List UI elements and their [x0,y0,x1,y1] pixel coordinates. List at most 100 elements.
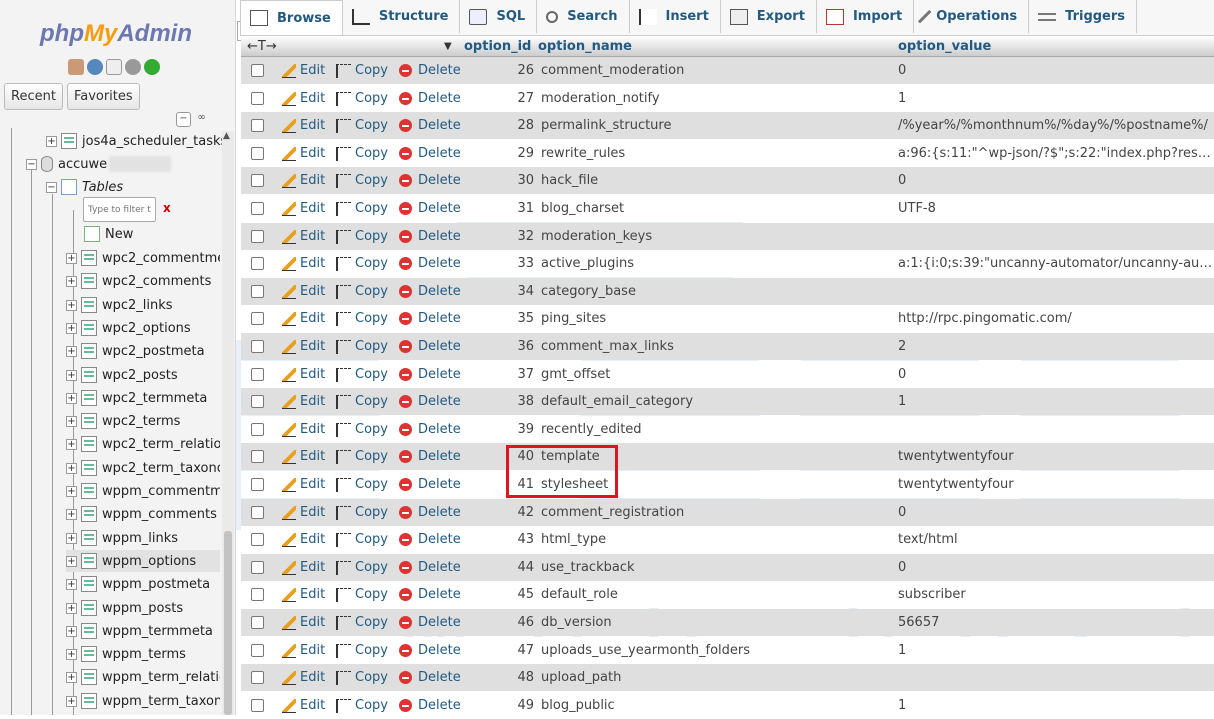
option-name-cell[interactable]: use_trackback [541,560,635,575]
collapse-all-icon[interactable]: − [176,112,191,127]
row-checkbox[interactable] [251,312,264,325]
edit-button[interactable]: Edit [282,560,325,575]
option-id-cell[interactable]: 45 [506,587,534,602]
edit-button[interactable]: Edit [282,173,325,188]
option-name-cell[interactable]: recently_edited [541,422,642,437]
copy-button[interactable]: Copy [336,449,388,464]
help-icon[interactable] [87,59,103,75]
option-name-cell[interactable]: moderation_notify [541,91,660,106]
copy-button[interactable]: Copy [336,477,388,492]
option-name-cell[interactable]: blog_public [541,698,615,713]
expand-icon[interactable]: + [66,695,77,707]
copy-button[interactable]: Copy [336,284,388,299]
copy-button[interactable]: Copy [336,311,388,326]
row-checkbox[interactable] [251,478,264,491]
row-checkbox[interactable] [251,644,264,657]
copy-button[interactable]: Copy [336,118,388,133]
sort-dropdown-icon[interactable]: ▼ [444,41,452,52]
tree-table-item[interactable]: + wppm_posts [66,597,220,619]
expand-icon[interactable]: + [66,578,77,590]
tree-new-table[interactable]: New [84,223,133,245]
tree-table-item[interactable]: + wppm_links [66,527,220,549]
row-checkbox[interactable] [251,202,264,215]
option-value-cell[interactable]: 56657 [898,615,1214,630]
tree-table-item[interactable]: + wpc2_links [66,294,220,316]
option-id-cell[interactable]: 34 [506,284,534,299]
option-value-cell[interactable]: 1 [898,91,1214,106]
delete-button[interactable]: Delete [399,63,461,78]
option-name-cell[interactable]: gmt_offset [541,367,610,382]
row-checkbox[interactable] [251,699,264,712]
copy-button[interactable]: Copy [336,146,388,161]
row-checkbox[interactable] [251,92,264,105]
expand-icon[interactable]: + [66,508,77,520]
tree-item-scheduler[interactable]: + jos4a_scheduler_tasks [46,130,227,152]
delete-button[interactable]: Delete [399,422,461,437]
expand-icon[interactable]: + [66,602,77,614]
option-name-cell[interactable]: moderation_keys [541,229,652,244]
expand-icon[interactable]: + [66,485,77,497]
edit-button[interactable]: Edit [282,91,325,106]
row-checkbox[interactable] [251,506,264,519]
row-checkbox[interactable] [251,119,264,132]
edit-button[interactable]: Edit [282,367,325,382]
option-value-cell[interactable]: 1 [898,698,1214,713]
edit-button[interactable]: Edit [282,643,325,658]
option-id-cell[interactable]: 32 [506,229,534,244]
tree-database[interactable]: − accuwe [26,153,172,175]
option-name-cell[interactable]: db_version [541,615,612,630]
edit-button[interactable]: Edit [282,118,325,133]
copy-button[interactable]: Copy [336,63,388,78]
tree-table-item[interactable]: + wppm_termmeta [66,620,220,642]
expand-icon[interactable]: + [66,252,77,264]
tree-table-item[interactable]: + wpc2_commentmeta [66,247,220,269]
option-name-cell[interactable]: hack_file [541,173,598,188]
reload-icon[interactable] [144,59,160,75]
edit-button[interactable]: Edit [282,422,325,437]
option-id-cell[interactable]: 30 [506,173,534,188]
favorites-button[interactable]: Favorites [66,83,140,110]
tab-insert[interactable]: Insert [630,0,721,33]
edit-button[interactable]: Edit [282,505,325,520]
edit-button[interactable]: Edit [282,532,325,547]
option-value-cell[interactable]: http://rpc.pingomatic.com/ [898,311,1214,326]
edit-button[interactable]: Edit [282,256,325,271]
tab-sql[interactable]: SQL [460,0,538,33]
option-id-cell[interactable]: 26 [506,63,534,78]
expand-icon[interactable]: + [66,555,77,567]
tab-browse[interactable]: Browse [240,0,343,35]
column-header-option-name[interactable]: option_name [538,39,632,54]
collapse-icon[interactable]: − [26,158,37,170]
settings-icon[interactable] [125,59,141,75]
copy-button[interactable]: Copy [336,422,388,437]
row-checkbox[interactable] [251,423,264,436]
delete-button[interactable]: Delete [399,284,461,299]
copy-button[interactable]: Copy [336,587,388,602]
expand-icon[interactable]: + [66,438,77,450]
edit-button[interactable]: Edit [282,311,325,326]
option-name-cell[interactable]: category_base [541,284,636,299]
option-value-cell[interactable]: 2 [898,339,1214,354]
expand-icon[interactable]: + [66,532,77,544]
option-name-cell[interactable]: upload_path [541,670,621,685]
delete-button[interactable]: Delete [399,118,461,133]
column-arrows-icon[interactable]: ←T→ [247,39,277,54]
tab-search[interactable]: Search [537,0,630,33]
option-id-cell[interactable]: 37 [506,367,534,382]
edit-button[interactable]: Edit [282,146,325,161]
option-id-cell[interactable]: 44 [506,560,534,575]
tree-table-item[interactable]: + wpc2_postmeta [66,340,220,362]
expand-icon[interactable]: + [66,648,77,660]
tree-table-item[interactable]: + wppm_term_taxonomy [66,690,220,712]
option-name-cell[interactable]: comment_registration [541,505,684,520]
option-value-cell[interactable]: 0 [898,367,1214,382]
expand-icon[interactable]: + [46,135,57,147]
phpmyadmin-logo[interactable]: phpMyAdmin [0,20,232,48]
expand-icon[interactable]: + [66,275,77,287]
option-id-cell[interactable]: 27 [506,91,534,106]
option-id-cell[interactable]: 29 [506,146,534,161]
tree-table-item[interactable]: + wppm_comments [66,503,220,525]
delete-button[interactable]: Delete [399,615,461,630]
edit-button[interactable]: Edit [282,229,325,244]
edit-button[interactable]: Edit [282,284,325,299]
